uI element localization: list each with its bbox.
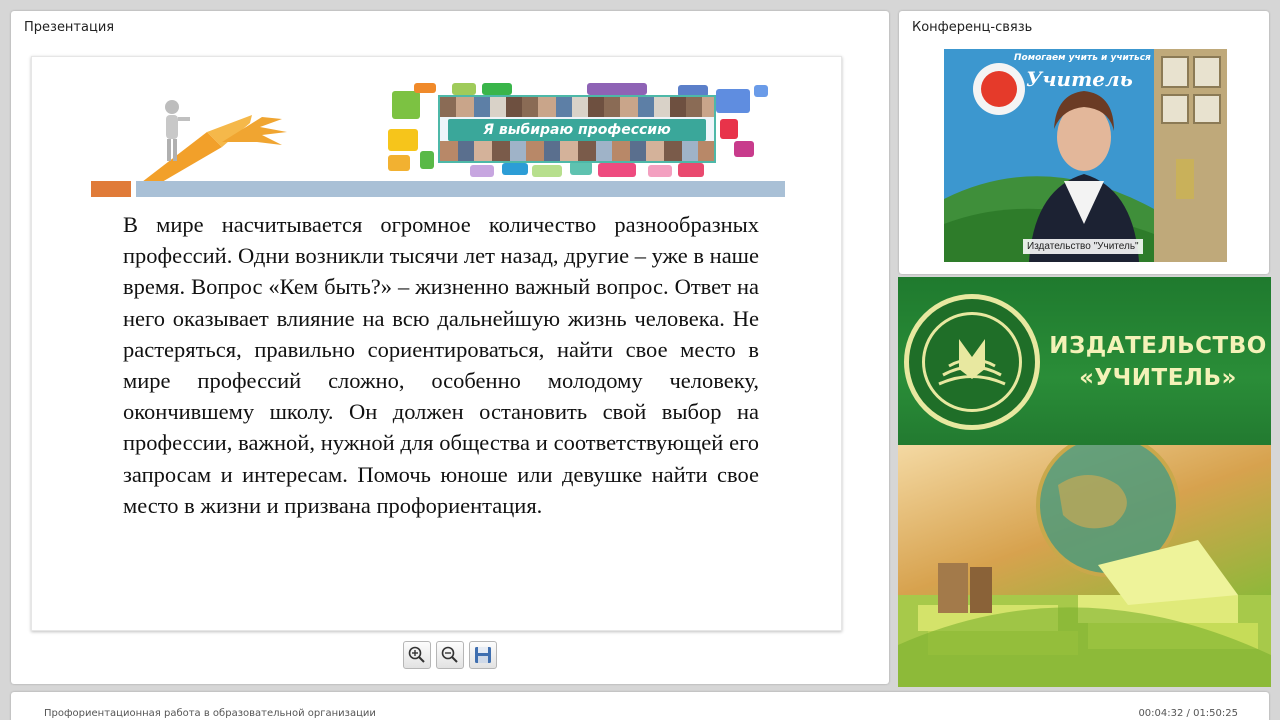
publisher-name-line1: ИЗДАТЕЛЬСТВО — [1049, 333, 1267, 359]
decor-tile — [754, 85, 768, 97]
slide: Я выбираю профессию В мире насчитывается… — [31, 56, 842, 631]
publisher-logo-icon — [904, 294, 1040, 430]
decor-tile — [420, 151, 434, 169]
decor-tile — [452, 83, 476, 95]
playback-time: 00:04:32 / 01:50:25 — [1138, 708, 1238, 719]
zoom-out-button[interactable] — [436, 641, 464, 669]
webinar-title: Профориентационная работа в образователь… — [44, 708, 376, 719]
save-icon — [475, 647, 491, 663]
status-bar: Профориентационная работа в образователь… — [11, 692, 1269, 720]
video-feed[interactable]: Помогаем учить и учиться Учитель Издател… — [944, 49, 1227, 262]
slide-body-text: В мире насчитывается огромное количество… — [123, 212, 759, 518]
banner-photo-strip-bottom — [440, 141, 714, 161]
decor-tile — [414, 83, 436, 93]
decor-tile — [734, 141, 754, 157]
poster-top-text: Помогаем учить и учиться — [1014, 53, 1151, 63]
decor-tile — [587, 83, 647, 95]
decor-tile — [502, 163, 528, 175]
decor-tile — [532, 165, 562, 177]
publisher-ad-header: ИЗДАТЕЛЬСТВО «УЧИТЕЛЬ» — [898, 277, 1271, 445]
publisher-name-line2: «УЧИТЕЛЬ» — [1079, 365, 1237, 391]
banner-photo-strip-top — [440, 97, 714, 117]
presentation-panel: Презентация Я выбираю профессию В мире н… — [11, 11, 889, 684]
decor-tile — [678, 163, 704, 177]
header-accent-bar — [91, 181, 131, 197]
decor-tile — [482, 83, 512, 95]
decor-tile — [570, 161, 592, 175]
decor-tile — [392, 91, 420, 119]
banner-label: Я выбираю профессию — [448, 119, 706, 141]
video-caption: Издательство "Учитель" — [1023, 239, 1143, 254]
zoom-out-icon — [441, 646, 458, 663]
header-divider-bar — [136, 181, 785, 197]
zoom-in-icon — [408, 646, 425, 663]
save-button[interactable] — [469, 641, 497, 669]
decor-tile — [598, 163, 636, 177]
zoom-in-button[interactable] — [403, 641, 431, 669]
decor-tile — [470, 165, 494, 177]
figure-arrows-illustration — [142, 100, 287, 182]
profession-banner: Я выбираю профессию — [438, 95, 716, 163]
presentation-panel-title: Презентация — [24, 20, 115, 35]
decor-tile — [388, 155, 410, 171]
publisher-ad: ИЗДАТЕЛЬСТВО «УЧИТЕЛЬ» — [898, 277, 1271, 687]
decor-tile — [720, 119, 738, 139]
decor-tile — [716, 89, 750, 113]
decor-tile — [388, 129, 418, 151]
conference-panel: Конференц-связь Помогаем учить и учиться… — [899, 11, 1269, 274]
conference-panel-title: Конференц-связь — [912, 20, 1033, 35]
books-globe-image — [898, 445, 1271, 687]
decor-tile — [648, 165, 672, 177]
poster-brand-text: Учитель — [1026, 67, 1133, 91]
